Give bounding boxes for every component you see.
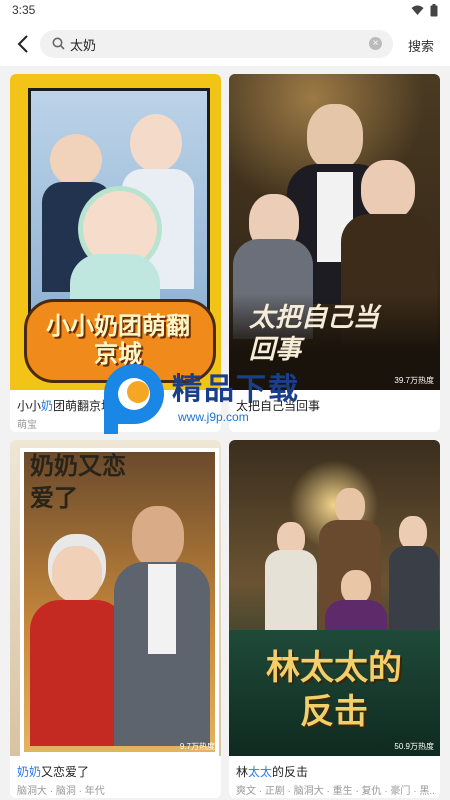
- drama-card[interactable]: 林太太的反击 50.9万热度 林太太的反击 爽文 · 正剧 · 脑洞大 · 重生…: [229, 440, 440, 798]
- title-text: 太把自己当回事: [236, 399, 321, 413]
- card-title: 林太太的反击: [236, 763, 436, 780]
- card-title: 奶奶又恋爱了: [17, 763, 217, 780]
- search-icon: [52, 37, 65, 50]
- card-title: 小小奶团萌翻京城: [17, 397, 217, 414]
- title-highlight: 太太: [248, 765, 273, 779]
- title-text: 团萌翻京城: [53, 399, 114, 413]
- card-title: 太把自己当回事: [236, 397, 436, 414]
- poster-image: 小小奶团萌翻京城: [10, 74, 221, 390]
- heat-count: 50.9万热度: [394, 742, 434, 751]
- battery-icon: [430, 4, 438, 17]
- drama-card[interactable]: 太把自己当回事 39.7万热度 太把自己当回事: [229, 74, 440, 432]
- heat-count: 9.7万热度: [179, 742, 215, 751]
- title-text: 又恋爱了: [41, 765, 90, 779]
- search-box[interactable]: ×: [40, 30, 393, 58]
- status-bar: 3:35: [0, 0, 450, 22]
- heat-count: 39.7万热度: [394, 376, 434, 385]
- title-text: 小小: [17, 399, 42, 413]
- status-time: 3:35: [12, 3, 36, 17]
- chevron-left-icon: [17, 35, 28, 53]
- status-icons: [411, 4, 438, 17]
- card-tags: 爽文 · 正剧 · 脑洞大 · 重生 · 复仇 · 豪门 · 黑...: [236, 786, 436, 797]
- poster-title: 奶奶又恋爱了: [30, 451, 126, 512]
- drama-card[interactable]: 奶奶又恋爱了 9.7万热度 奶奶又恋爱了 脑洞大 · 脑洞 · 年代: [10, 440, 221, 798]
- title-highlight: 奶: [41, 399, 54, 413]
- search-button[interactable]: 搜索: [408, 36, 434, 55]
- poster-title: 小小奶团萌翻京城: [46, 311, 190, 368]
- poster-title: 林太太的反击: [266, 648, 402, 732]
- poster-title: 太把自己当回事: [249, 303, 380, 365]
- poster-image: 奶奶又恋爱了 9.7万热度: [10, 440, 221, 756]
- search-header: × 搜索: [0, 22, 450, 66]
- card-tags: 萌宝: [17, 420, 37, 431]
- drama-card[interactable]: 小小奶团萌翻京城 小小奶团萌翻京城 萌宝: [10, 74, 221, 432]
- title-text: 林: [236, 765, 249, 779]
- clear-search-icon[interactable]: ×: [369, 37, 382, 50]
- poster-image: 太把自己当回事 39.7万热度: [229, 74, 440, 390]
- back-button[interactable]: [10, 31, 36, 57]
- wifi-icon: [411, 5, 424, 15]
- card-tags: 脑洞大 · 脑洞 · 年代: [17, 786, 105, 797]
- title-highlight: 奶奶: [17, 765, 42, 779]
- search-input[interactable]: [70, 30, 370, 58]
- poster-image: 林太太的反击 50.9万热度: [229, 440, 440, 756]
- title-text: 的反击: [272, 765, 309, 779]
